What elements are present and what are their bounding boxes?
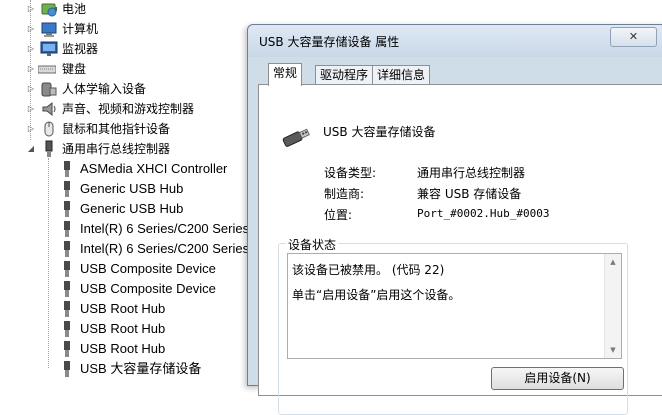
- device-status-text: 该设备已被禁用。 (代码 22) 单击“启用设备”启用这个设备。: [292, 263, 461, 302]
- general-tab-panel: USB 大容量存储设备 设备类型: 通用串行总线控制器 制造商: 兼容 USB …: [258, 84, 662, 415]
- tree-child-label: USB 大容量存储设备: [80, 361, 202, 376]
- close-icon: ✕: [628, 30, 639, 43]
- tree-child-device[interactable]: Intel(R) 6 Series/C200 Series: [0, 239, 250, 259]
- device-type-value: 通用串行总线控制器: [417, 166, 526, 180]
- expand-arrow-icon[interactable]: ▷: [26, 19, 36, 39]
- mouse-icon: [40, 120, 58, 138]
- tree-child-label: USB Composite Device: [80, 261, 216, 276]
- device-tree: ▷ 电池 ▷ 计算机 ▷ 监视器 ▷ 键盘 ▷ 人体学输入设备 ▷ 声音、视频和…: [0, 0, 250, 377]
- manufacturer-value: 兼容 USB 存储设备: [417, 187, 522, 201]
- manufacturer-label: 制造商:: [324, 187, 365, 201]
- usb-controller-icon: [40, 140, 58, 158]
- dialog-title: USB 大容量存储设备 属性: [259, 35, 400, 49]
- device-status-legend: 设备状态: [286, 236, 339, 253]
- tree-item-mouse[interactable]: ▷ 鼠标和其他指针设备: [0, 119, 250, 139]
- tree-child-device[interactable]: Generic USB Hub: [0, 199, 250, 219]
- expand-arrow-icon[interactable]: ▷: [26, 99, 36, 119]
- tree-child-device[interactable]: USB Root Hub: [0, 319, 250, 339]
- battery-icon: [40, 0, 58, 18]
- tree-item-sound[interactable]: ▷ 声音、视频和游戏控制器: [0, 99, 250, 119]
- tree-item-label: 人体学输入设备: [62, 82, 147, 96]
- tree-child-device[interactable]: USB Composite Device: [0, 259, 250, 279]
- location-value: Port_#0002.Hub_#0003: [417, 207, 550, 220]
- tree-child-label: Intel(R) 6 Series/C200 Series: [80, 221, 250, 236]
- tree-child-device[interactable]: ASMedia XHCI Controller: [0, 159, 250, 179]
- usb-device-icon: [58, 280, 76, 298]
- usb-device-icon: [58, 360, 76, 378]
- tree-child-device[interactable]: USB Root Hub: [0, 339, 250, 359]
- dialog-titlebar[interactable]: USB 大容量存储设备 属性 ✕: [248, 25, 662, 57]
- expand-arrow-icon[interactable]: ▷: [26, 0, 36, 19]
- tree-item-computer[interactable]: ▷ 计算机: [0, 19, 250, 39]
- tree-child-label: USB Root Hub: [80, 341, 166, 356]
- status-scrollbar[interactable]: ▲ ▼: [604, 254, 621, 358]
- tree-child-device[interactable]: USB 大容量存储设备: [0, 359, 250, 379]
- tree-child-label: USB Composite Device: [80, 281, 216, 296]
- monitor-icon: [40, 40, 58, 58]
- tree-item-label: 声音、视频和游戏控制器: [62, 102, 195, 116]
- tree-item-usb-controllers[interactable]: ◢ 通用串行总线控制器: [0, 139, 250, 159]
- tree-child-device[interactable]: USB Composite Device: [0, 279, 250, 299]
- close-button[interactable]: ✕: [610, 27, 657, 47]
- device-name: USB 大容量存储设备: [323, 125, 436, 139]
- tree-child-device[interactable]: Intel(R) 6 Series/C200 Series: [0, 219, 250, 239]
- device-status-textbox[interactable]: 该设备已被禁用。 (代码 22) 单击“启用设备”启用这个设备。 ▲ ▼: [287, 253, 622, 359]
- tree-child-label: Generic USB Hub: [80, 181, 184, 196]
- computer-icon: [40, 20, 58, 38]
- collapse-arrow-icon[interactable]: ◢: [26, 139, 36, 159]
- enable-device-button[interactable]: 启用设备(N): [491, 367, 624, 390]
- hid-icon: [40, 80, 58, 98]
- tree-child-label: USB Root Hub: [80, 301, 166, 316]
- expand-arrow-icon[interactable]: ▷: [26, 59, 36, 79]
- usb-device-icon: [58, 180, 76, 198]
- properties-dialog: USB 大容量存储设备 属性 ✕ 常规 驱动程序 详细信息 USB 大容量存储设…: [247, 24, 662, 415]
- tree-item-label: 键盘: [62, 62, 87, 76]
- tree-child-label: ASMedia XHCI Controller: [80, 161, 228, 176]
- speaker-icon: [40, 100, 58, 118]
- tree-item-keyboard[interactable]: ▷ 键盘: [0, 59, 250, 79]
- usb-device-icon: [58, 240, 76, 258]
- tree-item-label: 通用串行总线控制器: [62, 142, 171, 156]
- tree-child-label: USB Root Hub: [80, 321, 166, 336]
- usb-device-icon: [58, 200, 76, 218]
- tab-general[interactable]: 常规: [268, 63, 303, 86]
- usb-device-icon: [58, 320, 76, 338]
- tree-item-label: 计算机: [62, 22, 99, 36]
- keyboard-icon: [38, 60, 56, 78]
- tree-item-battery[interactable]: ▷ 电池: [0, 0, 250, 19]
- usb-device-icon: [58, 260, 76, 278]
- expand-arrow-icon[interactable]: ▷: [26, 119, 36, 139]
- tree-item-label: 鼠标和其他指针设备: [62, 122, 171, 136]
- location-label: 位置:: [324, 208, 353, 222]
- usb-device-icon: [58, 160, 76, 178]
- tree-child-device[interactable]: USB Root Hub: [0, 299, 250, 319]
- usb-drive-icon: [279, 120, 313, 154]
- tab-details[interactable]: 详细信息: [372, 65, 431, 85]
- usb-device-icon: [58, 300, 76, 318]
- tree-item-hid[interactable]: ▷ 人体学输入设备: [0, 79, 250, 99]
- tree-item-monitor[interactable]: ▷ 监视器: [0, 39, 250, 59]
- tree-child-label: Generic USB Hub: [80, 201, 184, 216]
- device-type-label: 设备类型:: [324, 166, 377, 180]
- expand-arrow-icon[interactable]: ▷: [26, 79, 36, 99]
- tree-child-device[interactable]: Generic USB Hub: [0, 179, 250, 199]
- scroll-down-icon[interactable]: ▼: [605, 342, 621, 358]
- scroll-up-icon[interactable]: ▲: [605, 254, 621, 270]
- tree-item-label: 电池: [62, 2, 87, 16]
- usb-device-icon: [58, 220, 76, 238]
- tree-item-label: 监视器: [62, 42, 99, 56]
- expand-arrow-icon[interactable]: ▷: [26, 39, 36, 59]
- tab-strip: 常规 驱动程序 详细信息: [258, 58, 662, 86]
- tree-child-label: Intel(R) 6 Series/C200 Series: [80, 241, 250, 256]
- usb-device-icon: [58, 340, 76, 358]
- tab-driver[interactable]: 驱动程序: [315, 65, 374, 85]
